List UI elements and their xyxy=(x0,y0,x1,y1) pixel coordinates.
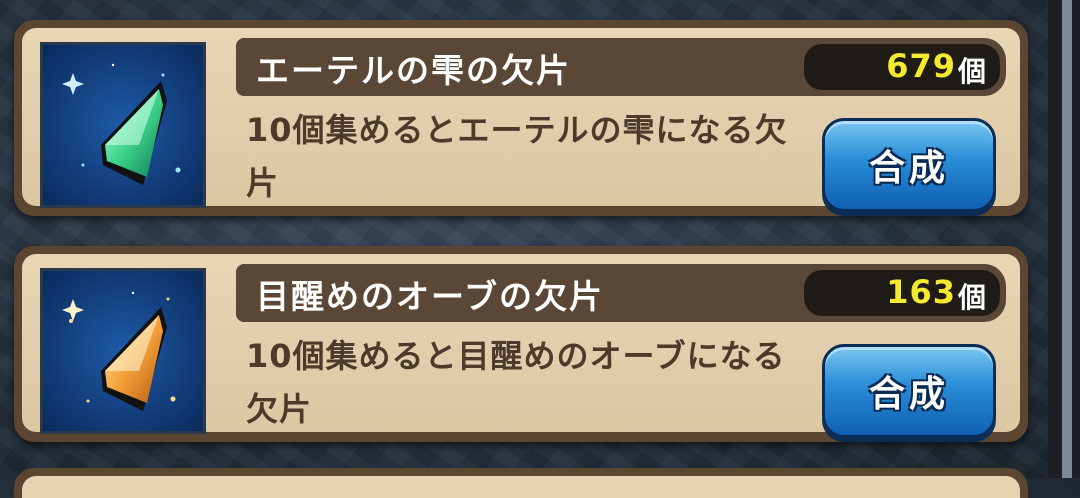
item-count-box: 163 個 xyxy=(804,270,1000,316)
item-name: 目醒めのオーブの欠片 xyxy=(256,277,605,316)
synthesize-button-label: 合成 xyxy=(868,148,949,189)
item-count: 679 xyxy=(886,47,956,85)
item-title-bar: 目醒めのオーブの欠片 163 個 xyxy=(236,264,1006,322)
item-card-partial xyxy=(14,468,1028,498)
synthesize-button-label: 合成 xyxy=(868,374,949,415)
item-name: エーテルの雫の欠片 xyxy=(256,51,571,90)
item-description: 10個集めると目醒めのオーブになる欠片 xyxy=(246,337,786,428)
scrollbar[interactable] xyxy=(1048,0,1080,478)
ether-fragment-icon xyxy=(40,42,206,208)
card-body xyxy=(22,476,1020,498)
synthesize-button[interactable]: 合成 xyxy=(822,344,996,438)
item-card-awakening-orb-fragment: 目醒めのオーブの欠片 163 個 10個集めると目醒めのオーブになる欠片 合成 xyxy=(14,246,1028,442)
item-card-ether-fragment: エーテルの雫の欠片 679 個 10個集めるとエーテルの雫になる欠片 合成 xyxy=(14,20,1028,216)
item-count: 163 xyxy=(886,273,956,311)
awakening-orb-fragment-icon xyxy=(40,268,206,434)
item-count-unit: 個 xyxy=(957,55,986,88)
item-count-unit: 個 xyxy=(957,281,986,314)
item-title-bar: エーテルの雫の欠片 679 個 xyxy=(236,38,1006,96)
item-description: 10個集めるとエーテルの雫になる欠片 xyxy=(246,111,788,202)
scrollbar-thumb[interactable] xyxy=(1062,0,1072,478)
synthesize-button[interactable]: 合成 xyxy=(822,118,996,212)
item-count-box: 679 個 xyxy=(804,44,1000,90)
